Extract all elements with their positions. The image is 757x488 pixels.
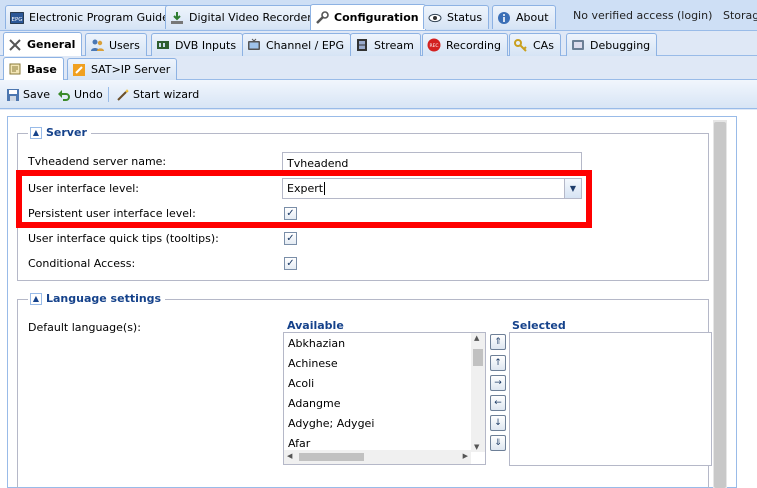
main-tab-bar: EPG Electronic Program Guide Digital Vid… [0,0,757,31]
toolbar-separator [108,87,109,102]
available-vscroll[interactable]: ▲ ▼ [471,333,485,452]
tab-label: Base [27,62,57,76]
tab-label: SAT>IP Server [91,63,171,76]
tab-label: Channel / EPG [266,38,344,52]
svg-text:EPG: EPG [11,17,22,23]
default-language-label: Default language(s): [28,321,141,334]
tab-about[interactable]: About [492,5,556,29]
tab-label: Debugging [590,38,651,52]
tab-label: Users [109,38,140,52]
conditional-access-label: Conditional Access: [28,257,136,270]
scroll-up-icon[interactable]: ▲ [474,334,479,342]
tab-configuration[interactable]: Configuration [310,4,426,30]
tooltips-checkbox[interactable]: ✓ [284,232,297,245]
list-item[interactable]: Acoli [288,377,314,390]
move-top-button[interactable]: ⇑ [490,334,506,350]
available-list[interactable]: Abkhazian Achinese Acoli Adangme Adyghe;… [283,332,486,465]
base-icon [8,62,22,76]
tab-base[interactable]: Base [3,57,64,80]
add-button[interactable]: → [490,375,506,391]
tab-digital-video-recorder[interactable]: Digital Video Recorder [165,5,319,29]
panel-scrollbar-thumb[interactable] [714,122,726,488]
scroll-thumb[interactable] [473,349,483,366]
tab-label: DVB Inputs [175,38,237,52]
list-item[interactable]: Adangme [288,397,341,410]
verified-access-status: No verified access [573,9,674,22]
undo-button[interactable]: Undo [57,80,103,109]
collapse-icon[interactable]: ▲ [30,292,42,305]
tab-cas[interactable]: CAs [509,33,561,56]
move-up-button[interactable]: ↑ [490,355,506,371]
tab-users[interactable]: Users [85,33,147,56]
collapse-icon[interactable]: ▲ [30,126,42,139]
tab-label: General [27,38,76,51]
epg-icon: EPG [10,11,24,25]
conditional-access-checkbox[interactable]: ✓ [284,257,297,270]
toolbar: Save Undo Start wizard [0,80,757,109]
tab-satip-server[interactable]: SAT>IP Server [67,58,178,80]
scroll-right-icon[interactable]: ▶ [463,452,468,460]
highlight-box [16,170,592,228]
move-bottom-button[interactable]: ⇓ [490,435,506,451]
tab-stream[interactable]: Stream [350,33,421,56]
tv-icon [247,38,261,52]
eye-icon [428,11,442,25]
config-tab-bar: General Users DVB Inputs Channel / EPG S… [0,31,757,56]
tab-label: CAs [533,38,554,52]
tab-channel-epg[interactable]: Channel / EPG [242,33,351,56]
list-item[interactable]: Achinese [288,357,338,370]
remove-button[interactable]: ← [490,395,506,411]
panel-scrollbar[interactable] [713,120,727,488]
bug-icon [571,38,585,52]
tooltips-label: User interface quick tips (tooltips): [28,232,219,245]
storage-status: Storag [723,9,757,22]
available-hscroll[interactable]: ◀ ▶ [284,450,471,464]
info-icon [497,11,511,25]
tab-label: Stream [374,38,414,52]
server-legend[interactable]: ▲ Server [28,126,91,139]
film-icon [355,38,369,52]
tab-label: Configuration [334,11,419,24]
start-wizard-button[interactable]: Start wizard [116,80,199,109]
login-link[interactable]: (login) [677,0,712,31]
save-button[interactable]: Save [6,80,50,109]
download-icon [170,11,184,25]
tab-label: Electronic Program Guide [29,11,169,24]
selected-list[interactable] [509,332,712,466]
key-icon [514,38,528,52]
language-legend[interactable]: ▲ Language settings [28,292,166,305]
satip-icon [72,63,86,77]
users-icon [90,38,104,52]
tab-recording[interactable]: REC Recording [422,33,509,56]
tab-electronic-program-guide[interactable]: EPG Electronic Program Guide [5,5,176,29]
rec-icon: REC [427,38,441,52]
svg-text:REC: REC [429,43,438,49]
tab-label: Status [447,11,483,24]
tools-icon [8,38,22,52]
tab-dvb-inputs[interactable]: DVB Inputs [151,33,244,56]
available-header: Available [287,319,344,332]
selected-header: Selected [512,319,566,332]
move-down-button[interactable]: ↓ [490,415,506,431]
tab-label: About [516,11,549,24]
tab-label: Digital Video Recorder [189,11,312,24]
tab-general[interactable]: General [3,32,83,56]
list-item[interactable]: Adyghe; Adygei [288,417,374,430]
sub-tab-bar: Base SAT>IP Server [0,56,757,80]
tab-status[interactable]: Status [423,5,490,29]
wand-icon [116,88,130,102]
scroll-thumb[interactable] [299,453,364,461]
dvb-icon [156,38,170,52]
scroll-down-icon[interactable]: ▼ [474,443,479,451]
tab-debugging[interactable]: Debugging [566,33,658,56]
tab-label: Recording [446,38,502,52]
undo-icon [57,88,71,102]
scroll-left-icon[interactable]: ◀ [287,452,292,460]
list-item[interactable]: Afar [288,437,310,450]
server-name-label: Tvheadend server name: [28,155,167,168]
save-icon [6,88,20,102]
wrench-icon [315,10,329,25]
list-item[interactable]: Abkhazian [288,337,345,350]
